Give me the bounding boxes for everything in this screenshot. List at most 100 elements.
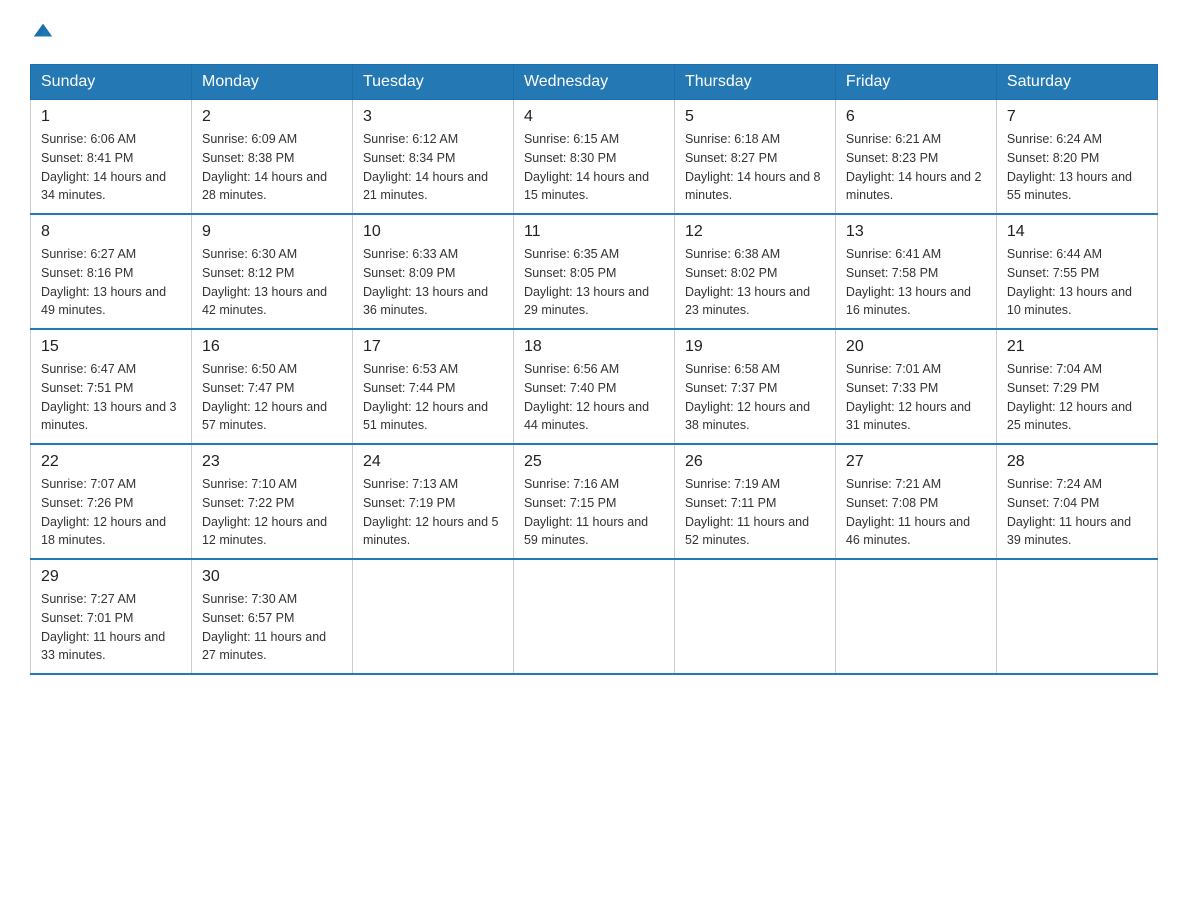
day-number: 12	[685, 223, 825, 241]
day-info: Sunrise: 6:56 AMSunset: 7:40 PMDaylight:…	[524, 362, 649, 432]
day-number: 6	[846, 108, 986, 126]
day-number: 10	[363, 223, 503, 241]
calendar-cell: 9 Sunrise: 6:30 AMSunset: 8:12 PMDayligh…	[191, 214, 352, 329]
calendar-cell: 21 Sunrise: 7:04 AMSunset: 7:29 PMDaylig…	[996, 329, 1157, 444]
calendar-cell: 7 Sunrise: 6:24 AMSunset: 8:20 PMDayligh…	[996, 100, 1157, 215]
calendar-cell	[513, 559, 674, 674]
header-row: SundayMondayTuesdayWednesdayThursdayFrid…	[31, 65, 1158, 100]
day-info: Sunrise: 7:01 AMSunset: 7:33 PMDaylight:…	[846, 362, 971, 432]
calendar-cell: 8 Sunrise: 6:27 AMSunset: 8:16 PMDayligh…	[31, 214, 192, 329]
calendar-cell: 5 Sunrise: 6:18 AMSunset: 8:27 PMDayligh…	[674, 100, 835, 215]
calendar-week-row: 22 Sunrise: 7:07 AMSunset: 7:26 PMDaylig…	[31, 444, 1158, 559]
calendar-cell: 11 Sunrise: 6:35 AMSunset: 8:05 PMDaylig…	[513, 214, 674, 329]
day-number: 1	[41, 108, 181, 126]
calendar-week-row: 29 Sunrise: 7:27 AMSunset: 7:01 PMDaylig…	[31, 559, 1158, 674]
day-info: Sunrise: 6:21 AMSunset: 8:23 PMDaylight:…	[846, 132, 982, 202]
day-info: Sunrise: 7:19 AMSunset: 7:11 PMDaylight:…	[685, 477, 809, 547]
calendar-cell: 1 Sunrise: 6:06 AMSunset: 8:41 PMDayligh…	[31, 100, 192, 215]
calendar-cell: 17 Sunrise: 6:53 AMSunset: 7:44 PMDaylig…	[352, 329, 513, 444]
calendar-header: SundayMondayTuesdayWednesdayThursdayFrid…	[31, 65, 1158, 100]
calendar-week-row: 15 Sunrise: 6:47 AMSunset: 7:51 PMDaylig…	[31, 329, 1158, 444]
calendar-cell: 12 Sunrise: 6:38 AMSunset: 8:02 PMDaylig…	[674, 214, 835, 329]
day-info: Sunrise: 6:58 AMSunset: 7:37 PMDaylight:…	[685, 362, 810, 432]
logo	[30, 20, 54, 48]
header-day-monday: Monday	[191, 65, 352, 100]
day-info: Sunrise: 6:24 AMSunset: 8:20 PMDaylight:…	[1007, 132, 1132, 202]
calendar-cell: 3 Sunrise: 6:12 AMSunset: 8:34 PMDayligh…	[352, 100, 513, 215]
day-number: 24	[363, 453, 503, 471]
day-info: Sunrise: 6:50 AMSunset: 7:47 PMDaylight:…	[202, 362, 327, 432]
day-info: Sunrise: 6:27 AMSunset: 8:16 PMDaylight:…	[41, 247, 166, 317]
day-info: Sunrise: 7:27 AMSunset: 7:01 PMDaylight:…	[41, 592, 165, 662]
day-number: 19	[685, 338, 825, 356]
calendar-cell: 27 Sunrise: 7:21 AMSunset: 7:08 PMDaylig…	[835, 444, 996, 559]
day-info: Sunrise: 7:13 AMSunset: 7:19 PMDaylight:…	[363, 477, 499, 547]
day-info: Sunrise: 7:16 AMSunset: 7:15 PMDaylight:…	[524, 477, 648, 547]
day-info: Sunrise: 6:06 AMSunset: 8:41 PMDaylight:…	[41, 132, 166, 202]
day-info: Sunrise: 7:24 AMSunset: 7:04 PMDaylight:…	[1007, 477, 1131, 547]
calendar-cell	[352, 559, 513, 674]
header-day-sunday: Sunday	[31, 65, 192, 100]
day-info: Sunrise: 6:18 AMSunset: 8:27 PMDaylight:…	[685, 132, 821, 202]
day-number: 29	[41, 568, 181, 586]
calendar-cell: 19 Sunrise: 6:58 AMSunset: 7:37 PMDaylig…	[674, 329, 835, 444]
calendar-cell: 14 Sunrise: 6:44 AMSunset: 7:55 PMDaylig…	[996, 214, 1157, 329]
day-number: 11	[524, 223, 664, 241]
calendar-week-row: 8 Sunrise: 6:27 AMSunset: 8:16 PMDayligh…	[31, 214, 1158, 329]
day-number: 28	[1007, 453, 1147, 471]
day-number: 8	[41, 223, 181, 241]
calendar-cell: 10 Sunrise: 6:33 AMSunset: 8:09 PMDaylig…	[352, 214, 513, 329]
calendar-cell: 16 Sunrise: 6:50 AMSunset: 7:47 PMDaylig…	[191, 329, 352, 444]
calendar-cell	[835, 559, 996, 674]
day-number: 21	[1007, 338, 1147, 356]
calendar-cell: 18 Sunrise: 6:56 AMSunset: 7:40 PMDaylig…	[513, 329, 674, 444]
day-number: 9	[202, 223, 342, 241]
calendar-cell: 22 Sunrise: 7:07 AMSunset: 7:26 PMDaylig…	[31, 444, 192, 559]
calendar-cell: 30 Sunrise: 7:30 AMSunset: 6:57 PMDaylig…	[191, 559, 352, 674]
day-number: 5	[685, 108, 825, 126]
calendar-cell: 15 Sunrise: 6:47 AMSunset: 7:51 PMDaylig…	[31, 329, 192, 444]
day-number: 18	[524, 338, 664, 356]
calendar-cell: 4 Sunrise: 6:15 AMSunset: 8:30 PMDayligh…	[513, 100, 674, 215]
day-number: 4	[524, 108, 664, 126]
day-number: 16	[202, 338, 342, 356]
calendar-body: 1 Sunrise: 6:06 AMSunset: 8:41 PMDayligh…	[31, 100, 1158, 675]
day-number: 27	[846, 453, 986, 471]
day-number: 23	[202, 453, 342, 471]
day-number: 3	[363, 108, 503, 126]
calendar-cell: 26 Sunrise: 7:19 AMSunset: 7:11 PMDaylig…	[674, 444, 835, 559]
day-info: Sunrise: 6:44 AMSunset: 7:55 PMDaylight:…	[1007, 247, 1132, 317]
day-info: Sunrise: 7:10 AMSunset: 7:22 PMDaylight:…	[202, 477, 327, 547]
calendar-cell: 29 Sunrise: 7:27 AMSunset: 7:01 PMDaylig…	[31, 559, 192, 674]
day-info: Sunrise: 6:09 AMSunset: 8:38 PMDaylight:…	[202, 132, 327, 202]
calendar-cell: 28 Sunrise: 7:24 AMSunset: 7:04 PMDaylig…	[996, 444, 1157, 559]
day-number: 13	[846, 223, 986, 241]
calendar-cell: 13 Sunrise: 6:41 AMSunset: 7:58 PMDaylig…	[835, 214, 996, 329]
calendar-cell: 6 Sunrise: 6:21 AMSunset: 8:23 PMDayligh…	[835, 100, 996, 215]
calendar-table: SundayMondayTuesdayWednesdayThursdayFrid…	[30, 64, 1158, 675]
header-day-tuesday: Tuesday	[352, 65, 513, 100]
day-info: Sunrise: 6:41 AMSunset: 7:58 PMDaylight:…	[846, 247, 971, 317]
calendar-cell: 2 Sunrise: 6:09 AMSunset: 8:38 PMDayligh…	[191, 100, 352, 215]
day-info: Sunrise: 6:53 AMSunset: 7:44 PMDaylight:…	[363, 362, 488, 432]
header-day-wednesday: Wednesday	[513, 65, 674, 100]
day-info: Sunrise: 6:38 AMSunset: 8:02 PMDaylight:…	[685, 247, 810, 317]
calendar-cell	[674, 559, 835, 674]
calendar-cell: 20 Sunrise: 7:01 AMSunset: 7:33 PMDaylig…	[835, 329, 996, 444]
day-info: Sunrise: 7:07 AMSunset: 7:26 PMDaylight:…	[41, 477, 166, 547]
day-number: 17	[363, 338, 503, 356]
calendar-week-row: 1 Sunrise: 6:06 AMSunset: 8:41 PMDayligh…	[31, 100, 1158, 215]
day-info: Sunrise: 7:04 AMSunset: 7:29 PMDaylight:…	[1007, 362, 1132, 432]
day-info: Sunrise: 6:12 AMSunset: 8:34 PMDaylight:…	[363, 132, 488, 202]
header-day-saturday: Saturday	[996, 65, 1157, 100]
day-number: 15	[41, 338, 181, 356]
header-day-thursday: Thursday	[674, 65, 835, 100]
day-number: 20	[846, 338, 986, 356]
day-number: 25	[524, 453, 664, 471]
calendar-cell	[996, 559, 1157, 674]
header-day-friday: Friday	[835, 65, 996, 100]
calendar-cell: 24 Sunrise: 7:13 AMSunset: 7:19 PMDaylig…	[352, 444, 513, 559]
day-number: 14	[1007, 223, 1147, 241]
calendar-cell: 23 Sunrise: 7:10 AMSunset: 7:22 PMDaylig…	[191, 444, 352, 559]
day-number: 2	[202, 108, 342, 126]
